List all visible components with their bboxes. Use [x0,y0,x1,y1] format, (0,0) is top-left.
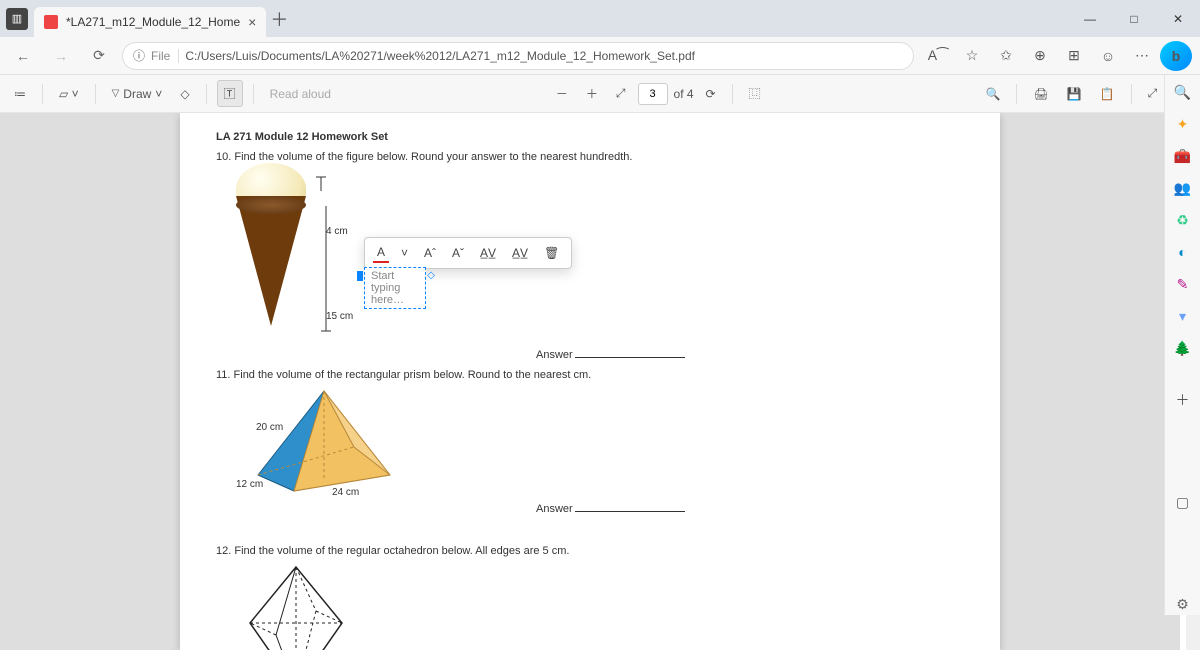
spacing-increase-button[interactable]: A̲V̲ [476,244,500,262]
pdf-page: LA 271 Module 12 Homework Set 10. Find t… [180,113,1000,650]
refresh-sidebar-icon[interactable]: ♻ [1172,209,1194,231]
more-icon[interactable]: ⋯ [1126,41,1158,71]
pdf-icon [44,15,58,29]
address-bar[interactable]: ⓘ File C:/Users/Luis/Documents/LA%20271/… [122,42,914,70]
print-button[interactable]: 🖨 [1027,83,1054,105]
profile-icon[interactable]: ☺ [1092,41,1124,71]
question-12: 12. Find the volume of the regular octah… [216,545,964,557]
extensions-icon[interactable]: ⊞ [1058,41,1090,71]
font-color-dropdown[interactable]: ˅ [397,244,412,262]
text-format-toolbar: A ˅ Aˆ Aˇ A̲V̲ A̲V̲ 🗑 [364,237,572,269]
spacing-decrease-button[interactable]: A̲V̲ [508,244,532,262]
drop-sidebar-icon[interactable]: ▾ [1172,305,1194,327]
erase-button[interactable]: ◇ [174,83,195,105]
edge-sidebar: 🔍 ✦ 🧰 👥 ♻ ◐ ✎ ▾ 🌲 ＋ ▢ ⚙ [1164,75,1200,615]
highlight-button[interactable]: ▱ ˅ [53,83,85,105]
search-sidebar-icon[interactable]: 🔍 [1172,81,1194,103]
fit-button[interactable]: ⤢ [610,82,632,105]
pdf-viewport: LA 271 Module 12 Homework Set 10. Find t… [0,113,1180,650]
window-minimize-button[interactable]: — [1068,0,1112,37]
figure-octahedron [236,563,356,650]
address-bar-row: ← → ⟳ ⓘ File C:/Users/Luis/Documents/LA%… [0,37,1200,75]
read-aloud-button[interactable]: Read aloud [264,83,337,105]
favorites-icon[interactable]: ✩ [990,41,1022,71]
figure-pyramid: 20 cm 12 cm 24 cm [236,387,416,497]
tree-sidebar-icon[interactable]: 🌲 [1172,337,1194,359]
browser-titlebar: ▥ *LA271_m12_Module_12_Home × ＋ — □ ✕ [0,0,1200,37]
favorites-sidebar-icon[interactable]: ✦ [1172,113,1194,135]
info-icon[interactable]: ⓘ [133,47,145,64]
file-scheme-label: File [151,49,179,63]
copilot-icon[interactable]: b [1160,41,1192,71]
dim-4cm: 4 cm [326,226,348,237]
collapse-sidebar-icon[interactable]: ▢ [1172,491,1194,513]
dim-15cm: 15 cm [326,311,353,322]
rotate-button[interactable]: ⟳ [700,83,722,105]
tab-title: *LA271_m12_Module_12_Home [66,15,240,29]
forward-button[interactable]: → [46,41,76,71]
tab-close-icon[interactable]: × [248,14,256,30]
dim-20cm: 20 cm [256,422,283,433]
refresh-button[interactable]: ⟳ [84,41,114,71]
question-10: 10. Find the volume of the figure below.… [216,151,964,163]
zoom-in-button[interactable]: ＋ [580,81,604,106]
settings-sidebar-icon[interactable]: ⚙ [1172,593,1194,615]
text-box-button[interactable]: 🅃 [217,80,243,107]
question-11: 11. Find the volume of the rectangular p… [216,369,964,381]
save-as-button[interactable]: 📋 [1094,83,1121,105]
doc-heading: LA 271 Module 12 Homework Set [216,131,964,143]
star-icon[interactable]: ☆ [956,41,988,71]
delete-textbox-button[interactable]: 🗑 [540,244,563,262]
fullscreen-button[interactable]: ⤢ [1142,82,1164,105]
font-decrease-button[interactable]: Aˇ [448,244,468,262]
figure-cone: 4 cm 15 cm A ˅ Aˆ Aˇ A̲V̲ A̲V̲ 🗑 Start t… [226,171,426,341]
window-menu-icon[interactable]: ▥ [6,8,28,30]
people-sidebar-icon[interactable]: 👥 [1172,177,1194,199]
url-text: C:/Users/Luis/Documents/LA%20271/week%20… [185,49,695,63]
window-close-button[interactable]: ✕ [1156,0,1200,37]
page-number-input[interactable] [638,83,668,105]
text-input-box[interactable]: Start typing here… [364,267,426,309]
answer-10: Answer [536,349,964,361]
font-increase-button[interactable]: Aˆ [420,244,440,262]
collections-icon[interactable]: ⊕ [1024,41,1056,71]
toolbox-sidebar-icon[interactable]: 🧰 [1172,145,1194,167]
contents-button[interactable]: ≔ [8,83,32,105]
edit-sidebar-icon[interactable]: ✎ [1172,273,1194,295]
zoom-out-button[interactable]: － [550,81,574,106]
page-total: of 4 [674,87,694,101]
new-tab-button[interactable]: ＋ [266,6,292,32]
search-button[interactable]: 🔍 [980,83,1007,105]
outlook-sidebar-icon[interactable]: ◐ [1172,241,1194,263]
window-maximize-button[interactable]: □ [1112,0,1156,37]
answer-11: Answer [536,503,964,515]
browser-tab[interactable]: *LA271_m12_Module_12_Home × [34,7,266,37]
read-aloud-icon[interactable]: A⁀ [922,41,954,71]
back-button[interactable]: ← [8,41,38,71]
font-color-button[interactable]: A [373,243,389,263]
add-sidebar-icon[interactable]: ＋ [1172,389,1194,411]
pdf-toolbar: ≔ ▱ ˅ Draw ˅ ◇ 🅃 Read aloud － ＋ ⤢ of 4 ⟳… [0,75,1200,113]
dim-12cm: 12 cm [236,479,263,490]
page-view-button[interactable]: ⿶ [743,81,767,106]
save-button[interactable]: 💾 [1061,83,1088,105]
draw-button[interactable]: Draw ˅ [106,83,169,105]
dim-24cm: 24 cm [332,487,359,498]
